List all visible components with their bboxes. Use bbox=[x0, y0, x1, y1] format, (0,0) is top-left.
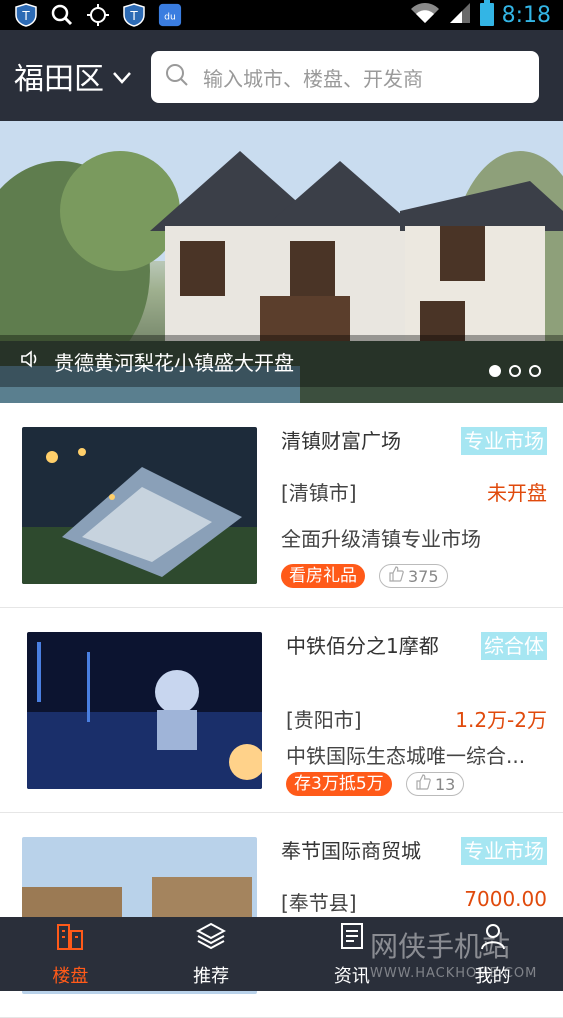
location-label: 福田区 bbox=[14, 61, 104, 97]
wifi-icon bbox=[410, 1, 440, 29]
promo-badge: 存3万抵5万 bbox=[286, 772, 392, 796]
tab-label: 推荐 bbox=[193, 965, 230, 987]
like-count-value: 13 bbox=[435, 774, 456, 794]
promo-banner[interactable]: 贵德黄河梨花小镇盛大开盘 bbox=[0, 121, 563, 403]
listing-name: 清镇财富广场 bbox=[281, 429, 401, 453]
chevron-down-icon bbox=[112, 58, 132, 93]
tab-properties[interactable]: 楼盘 bbox=[0, 917, 141, 991]
like-count[interactable]: 13 bbox=[406, 772, 465, 796]
status-bar-left-icons: T T du bbox=[0, 3, 182, 27]
listing-description: 中铁国际生态城唯一综合... bbox=[286, 744, 526, 768]
banner-title: 贵德黄河梨花小镇盛大开盘 bbox=[54, 350, 294, 375]
tab-label: 资讯 bbox=[333, 965, 370, 987]
listing-name: 中铁佰分之1摩都 bbox=[286, 634, 439, 658]
tab-recommend[interactable]: 推荐 bbox=[141, 917, 282, 991]
property-thumbnail bbox=[27, 632, 262, 789]
status-bar-right: 8:18 bbox=[410, 0, 563, 30]
watermark-url: WWW.HACKHOME.COM bbox=[370, 966, 538, 981]
listing-price: 1.2万-2万 bbox=[455, 708, 547, 732]
watermark-text: 网侠手机站 bbox=[370, 930, 511, 963]
category-tag: 专业市场 bbox=[461, 837, 547, 865]
listing-description: 全面升级清镇专业市场 bbox=[281, 527, 481, 551]
signal-icon bbox=[448, 1, 472, 29]
category-tag: 专业市场 bbox=[461, 427, 547, 455]
svg-text:T: T bbox=[129, 9, 138, 23]
carousel-dot[interactable] bbox=[529, 365, 541, 377]
status-time: 8:18 bbox=[501, 2, 551, 28]
carousel-dot[interactable] bbox=[509, 365, 521, 377]
like-count-value: 375 bbox=[408, 566, 439, 586]
battery-icon bbox=[479, 0, 494, 30]
property-thumbnail bbox=[22, 427, 257, 584]
listing-city: [贵阳市] bbox=[286, 708, 362, 732]
svg-text:T: T bbox=[21, 9, 30, 23]
thumbs-up-icon bbox=[415, 774, 431, 794]
carousel-dots[interactable] bbox=[489, 365, 541, 377]
listing-city: [奉节县] bbox=[281, 891, 357, 915]
promo-badge: 看房礼品 bbox=[281, 564, 365, 588]
thumbs-up-icon bbox=[388, 566, 404, 586]
locate-icon bbox=[86, 3, 110, 27]
speaker-icon bbox=[20, 349, 40, 373]
search-box[interactable]: 输入城市、楼盘、开发商 bbox=[151, 51, 539, 103]
baidu-app-label: du bbox=[164, 12, 176, 23]
list-item[interactable]: 中铁佰分之1摩都 综合体 [贵阳市] 1.2万-2万 中铁国际生态城唯一综合..… bbox=[0, 608, 563, 813]
header-bar: 福田区 输入城市、楼盘、开发商 bbox=[0, 30, 563, 121]
listing-city: [清镇市] bbox=[281, 481, 357, 505]
listing-price: 7000.00 bbox=[464, 887, 547, 911]
baidu-app-icon: du bbox=[158, 3, 182, 27]
listing-price: 未开盘 bbox=[487, 481, 547, 505]
listing-name: 奉节国际商贸城 bbox=[281, 839, 421, 863]
location-selector[interactable]: 福田区 bbox=[0, 54, 150, 98]
banner-caption: 贵德黄河梨花小镇盛大开盘 bbox=[0, 335, 563, 387]
list-item[interactable]: 清镇财富广场 专业市场 [清镇市] 未开盘 全面升级清镇专业市场 看房礼品 37… bbox=[0, 403, 563, 608]
shield-app-icon: T bbox=[122, 3, 146, 27]
like-count[interactable]: 375 bbox=[379, 564, 448, 588]
carousel-dot[interactable] bbox=[489, 365, 501, 377]
search-input[interactable]: 输入城市、楼盘、开发商 bbox=[203, 63, 423, 92]
news-icon bbox=[337, 921, 367, 956]
building-icon bbox=[55, 921, 85, 956]
status-bar: T T du 8:18 bbox=[0, 0, 563, 30]
tab-label: 楼盘 bbox=[52, 965, 89, 987]
category-tag: 综合体 bbox=[481, 632, 547, 660]
layers-icon bbox=[196, 921, 227, 956]
search-icon bbox=[50, 3, 74, 27]
search-icon bbox=[165, 63, 189, 91]
shield-app-icon: T bbox=[14, 3, 38, 27]
